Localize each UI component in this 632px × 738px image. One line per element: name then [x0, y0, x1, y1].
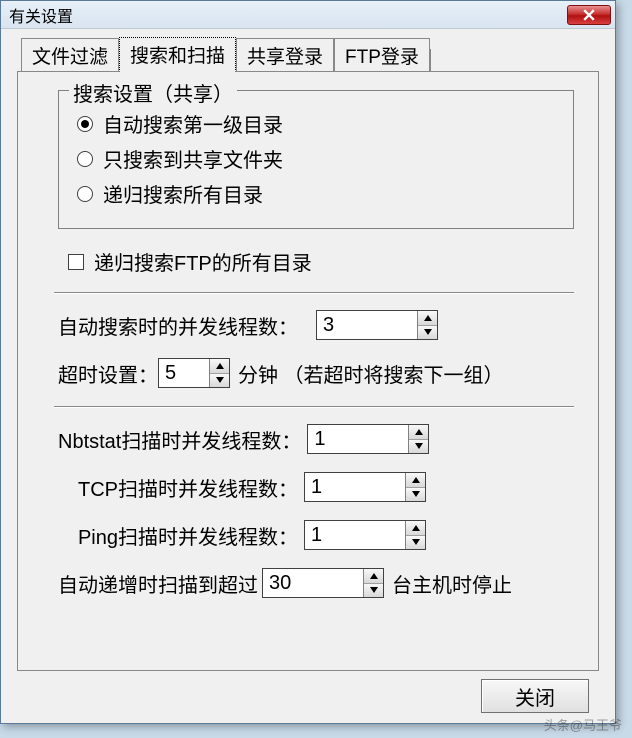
close-icon [583, 9, 595, 21]
spin-up-icon[interactable] [364, 569, 383, 584]
titlebar: 有关设置 [1, 1, 615, 29]
tab-search-scan[interactable]: 搜索和扫描 [119, 37, 236, 72]
label-tcp-threads: TCP扫描时并发线程数： [58, 473, 298, 502]
settings-dialog: 有关设置 文件过滤 搜索和扫描 共享登录 FTP登录 搜索设置（共享） 自动搜索… [0, 0, 616, 724]
radio-first-level[interactable] [77, 116, 93, 132]
spin-down-icon[interactable] [210, 374, 229, 388]
spinner-timeout[interactable] [158, 358, 230, 388]
spin-down-icon[interactable] [406, 488, 425, 502]
row-auto-increment-stop: 自动递增时扫描到超过 台主机时停止 [58, 568, 574, 598]
radio-row-recursive[interactable]: 递归搜索所有目录 [77, 179, 555, 208]
spinner-ping-threads[interactable] [304, 520, 426, 550]
spinner-auto-hosts[interactable] [262, 568, 384, 598]
tab-strip: 文件过滤 搜索和扫描 共享登录 FTP登录 [17, 41, 599, 71]
input-tcp-threads[interactable] [305, 473, 405, 501]
spin-up-icon[interactable] [406, 521, 425, 536]
radio-label: 递归搜索所有目录 [103, 179, 263, 208]
input-nbtstat-threads[interactable] [308, 425, 408, 453]
watermark: 头条@马王爷 [544, 715, 622, 734]
label-timeout-suffix: 分钟 （若超时将搜索下一组） [238, 359, 504, 388]
window-close-button[interactable] [567, 5, 611, 25]
dialog-footer: 关闭 [17, 671, 599, 713]
check-row-ftp-recursive[interactable]: 递归搜索FTP的所有目录 [58, 245, 574, 284]
radio-label: 只搜索到共享文件夹 [103, 144, 283, 173]
spin-down-icon[interactable] [406, 536, 425, 550]
radio-row-first-level[interactable]: 自动搜索第一级目录 [77, 109, 555, 138]
spinner-nbtstat-threads[interactable] [307, 424, 429, 454]
spinner-tcp-threads[interactable] [304, 472, 426, 502]
input-ping-threads[interactable] [305, 521, 405, 549]
row-tcp-threads: TCP扫描时并发线程数： [58, 472, 574, 502]
spinner-search-threads[interactable] [316, 310, 438, 340]
label-nbtstat-threads: Nbtstat扫描时并发线程数： [58, 425, 301, 454]
radio-share-only[interactable] [77, 151, 93, 167]
checkbox-ftp-recursive[interactable] [68, 254, 84, 270]
input-auto-hosts[interactable] [263, 569, 363, 597]
label-auto-suffix: 台主机时停止 [392, 569, 512, 598]
spin-down-icon[interactable] [409, 440, 428, 454]
input-timeout[interactable] [159, 359, 209, 387]
spin-up-icon[interactable] [409, 425, 428, 440]
input-search-threads[interactable] [317, 311, 417, 339]
spin-up-icon[interactable] [406, 473, 425, 488]
label-search-threads: 自动搜索时的并发线程数： [58, 311, 298, 340]
tab-share-login[interactable]: 共享登录 [236, 38, 334, 72]
spin-down-icon[interactable] [364, 584, 383, 598]
checkbox-label: 递归搜索FTP的所有目录 [94, 247, 312, 276]
spin-down-icon[interactable] [418, 326, 437, 340]
tab-panel-search-scan: 搜索设置（共享） 自动搜索第一级目录 只搜索到共享文件夹 递归搜索所有目录 递归… [17, 71, 599, 671]
radio-recursive[interactable] [77, 186, 93, 202]
group-search-settings: 搜索设置（共享） 自动搜索第一级目录 只搜索到共享文件夹 递归搜索所有目录 [58, 90, 574, 229]
row-nbtstat-threads: Nbtstat扫描时并发线程数： [58, 424, 574, 454]
client-area: 文件过滤 搜索和扫描 共享登录 FTP登录 搜索设置（共享） 自动搜索第一级目录… [1, 29, 615, 723]
spin-up-icon[interactable] [418, 311, 437, 326]
group-legend: 搜索设置（共享） [69, 78, 237, 107]
row-search-threads: 自动搜索时的并发线程数： [58, 310, 574, 340]
label-auto-prefix: 自动递增时扫描到超过 [58, 569, 258, 598]
row-timeout: 超时设置： 分钟 （若超时将搜索下一组） [58, 358, 574, 388]
spin-up-icon[interactable] [210, 359, 229, 374]
tab-file-filter[interactable]: 文件过滤 [21, 38, 119, 72]
label-ping-threads: Ping扫描时并发线程数： [58, 521, 298, 550]
separator [54, 292, 574, 294]
separator [54, 406, 574, 408]
tab-ftp-login[interactable]: FTP登录 [334, 38, 430, 72]
close-button[interactable]: 关闭 [481, 679, 589, 713]
tab-end-sep [430, 49, 431, 71]
label-timeout: 超时设置： [58, 359, 158, 388]
radio-row-share-only[interactable]: 只搜索到共享文件夹 [77, 144, 555, 173]
radio-label: 自动搜索第一级目录 [103, 109, 283, 138]
window-title: 有关设置 [9, 3, 567, 27]
row-ping-threads: Ping扫描时并发线程数： [58, 520, 574, 550]
